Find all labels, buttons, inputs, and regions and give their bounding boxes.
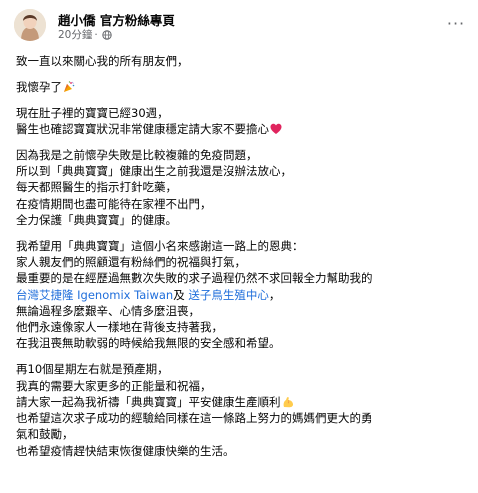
meta-separator: · bbox=[94, 28, 98, 41]
text-line: 最重要的是在經歷過無數次失敗的求子過程仍然不求回報全力幫助我的 bbox=[16, 271, 373, 286]
paragraph-greeting: 致一直以來關心我的所有朋友們， bbox=[16, 53, 468, 69]
text-line-with-links: 台灣艾捷隆 Igenomix Taiwan及 送子鳥生殖中心， bbox=[16, 287, 468, 303]
post-meta: 20分鐘 · bbox=[58, 27, 112, 42]
flexed-biceps-icon bbox=[283, 396, 293, 408]
text-line: 氣和鼓勵， bbox=[16, 427, 74, 442]
text-line: 現在肚子裡的寶寶已經30週， bbox=[16, 105, 169, 120]
text-line: 我懷孕了 bbox=[16, 79, 468, 95]
paragraph-status: 現在肚子裡的寶寶已經30週， 醫生也確認寶寶狀況非常健康穩定請大家不要擔心 bbox=[16, 105, 468, 138]
text-line: 請大家一起為我祈禱「典典寶寶」平安健康生產順利 bbox=[16, 394, 468, 410]
text-line: 致一直以來關心我的所有朋友們， bbox=[16, 54, 189, 68]
more-options-button[interactable]: ··· bbox=[444, 13, 468, 33]
paragraph-closing: 再10個星期左右就是預產期， 我真的需要大家更多的正能量和祝福， 請大家一起為我… bbox=[16, 361, 468, 459]
text-line: 在疫情期間也盡可能待在家裡不出門， bbox=[16, 196, 212, 211]
text-line: 我希望用「典典寶寶」這個小名來感謝這一路上的恩典： bbox=[16, 238, 304, 253]
text-line: 因為我是之前懷孕失敗是比較複雜的免疫問題， bbox=[16, 147, 258, 162]
text-line: 我真的需要大家更多的正能量和祝福， bbox=[16, 378, 212, 393]
text-line: 全力保護「典典寶寶」的健康。 bbox=[16, 212, 177, 227]
text-line: 每天都照醫生的指示打針吃藥， bbox=[16, 180, 177, 195]
globe-icon[interactable] bbox=[102, 29, 112, 40]
text-line: 無論過程多麼艱辛、心情多麼沮喪， bbox=[16, 303, 200, 318]
text-line: 他們永遠像家人一樣地在背後支持著我， bbox=[16, 320, 223, 335]
announcement-text: 我懷孕了 bbox=[16, 79, 62, 94]
text-line: 也希望這次求子成功的經驗給同樣在這一條路上努力的媽媽們更大的勇 bbox=[16, 411, 373, 426]
paragraph-history: 因為我是之前懷孕失敗是比較複雜的免疫問題， 所以到「典典寶寶」健康出生之前我還是… bbox=[16, 147, 468, 228]
link-igenomix-taiwan[interactable]: 台灣艾捷隆 Igenomix Taiwan bbox=[16, 288, 173, 302]
post-header: 趙小僑 官方粉絲專頁 20分鐘 · ··· bbox=[14, 9, 470, 41]
paragraph-announcement: 我懷孕了 bbox=[16, 79, 468, 95]
link-fertility-center[interactable]: 送子鳥生殖中心 bbox=[188, 288, 269, 302]
facebook-post: 趙小僑 官方粉絲專頁 20分鐘 · ··· 致一直以來關心我的所有朋友們， 我懷… bbox=[0, 0, 478, 493]
text-line: 也希望疫情趕快結束恢復健康快樂的生活。 bbox=[16, 443, 235, 458]
paragraph-thanks: 我希望用「典典寶寶」這個小名來感謝這一路上的恩典： 家人親友們的照顧還有粉絲們的… bbox=[16, 238, 468, 352]
avatar[interactable] bbox=[14, 9, 46, 41]
text-line: 再10個星期左右就是預產期， bbox=[16, 362, 169, 377]
party-popper-icon bbox=[64, 81, 75, 92]
text-line: 醫生也確認寶寶狀況非常健康穩定請大家不要擔心 bbox=[16, 121, 468, 137]
text-line: 家人親友們的照顧還有粉絲們的祝福與打氣， bbox=[16, 254, 246, 269]
post-body: 致一直以來關心我的所有朋友們， 我懷孕了 現在肚子裡的寶寶已經30週， 醫生也確… bbox=[16, 53, 468, 469]
text-line: 所以到「典典寶寶」健康出生之前我還是沒辦法放心， bbox=[16, 163, 292, 178]
link-line-end: ， bbox=[268, 287, 281, 302]
link-separator-text: 及 bbox=[173, 287, 189, 302]
post-timestamp[interactable]: 20分鐘 bbox=[58, 27, 92, 42]
red-heart-icon bbox=[270, 123, 282, 134]
status-text: 醫生也確認寶寶狀況非常健康穩定請大家不要擔心 bbox=[16, 121, 269, 136]
text-line: 在我沮喪無助軟弱的時候給我無限的安全感和希望。 bbox=[16, 336, 281, 351]
prayer-text: 請大家一起為我祈禱「典典寶寶」平安健康生產順利 bbox=[16, 394, 281, 409]
